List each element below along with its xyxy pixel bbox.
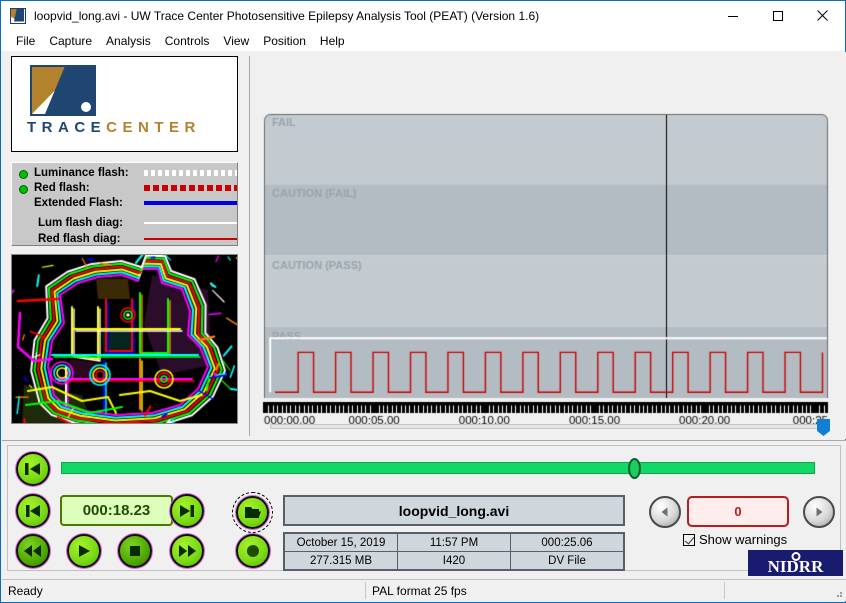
legend-row-extended-flash: Extended Flash: xyxy=(12,196,237,212)
legend-swatch-red-flash-diag xyxy=(144,238,237,240)
record-button[interactable] xyxy=(236,534,270,568)
maximize-icon[interactable] xyxy=(755,1,800,30)
status-bar: Ready PAL format 25 fps xyxy=(2,579,846,601)
legend-label: Red flash: xyxy=(34,182,90,194)
video-preview-canvas xyxy=(12,255,237,423)
transport-frame: 000:18.23 loopvid_long.avi October 15, 2… xyxy=(7,445,843,576)
status-bullet-icon xyxy=(19,185,28,194)
menu-item-file[interactable]: File xyxy=(9,32,42,50)
menu-item-controls[interactable]: Controls xyxy=(158,32,217,50)
trace-center-logo-icon xyxy=(10,7,26,24)
status-divider-1 xyxy=(365,582,366,599)
next-warning-button[interactable] xyxy=(803,496,835,528)
chart-plot-area[interactable] xyxy=(260,113,832,431)
legend-row-lum-flash-diag: Lum flash diag: xyxy=(12,216,237,232)
wordmark-center: CENTER xyxy=(106,119,201,136)
legend-label: Lum flash diag: xyxy=(38,217,123,229)
rewind-to-start-button[interactable] xyxy=(16,452,50,486)
legend-label: Luminance flash: xyxy=(34,167,129,179)
fast-forward-button[interactable] xyxy=(170,534,204,568)
trace-center-wordmark: TRACECENTER xyxy=(27,119,227,136)
next-frame-button[interactable] xyxy=(170,494,204,528)
video-preview[interactable] xyxy=(11,254,238,424)
legend-row-red-flash-diag: Red flash diag: xyxy=(12,232,237,248)
info-cell-date: October 15, 2019 xyxy=(285,534,397,551)
file-info-table: October 15, 2019 11:57 PM 000:25.06 277.… xyxy=(283,532,625,571)
checkbox-icon[interactable] xyxy=(683,533,695,546)
info-cell-time: 11:57 PM xyxy=(398,534,510,551)
menu-bar: File Capture Analysis Controls View Posi… xyxy=(1,30,845,51)
legend-swatch-luminance-flash xyxy=(144,170,237,176)
menu-item-capture[interactable]: Capture xyxy=(42,32,99,50)
trace-center-logo-panel: TRACECENTER xyxy=(11,56,238,152)
status-divider-2 xyxy=(724,582,725,599)
trace-center-mark-icon xyxy=(30,65,96,116)
legend-label: Red flash diag: xyxy=(38,233,121,245)
main-area: TRACECENTER Luminance flash: Red flash: … xyxy=(2,52,846,439)
legend-swatch-extended-flash xyxy=(144,201,237,205)
window-title: loopvid_long.avi - UW Trace Center Photo… xyxy=(34,8,540,23)
panel-divider xyxy=(249,56,250,436)
fast-rewind-button[interactable] xyxy=(16,534,50,568)
status-text: Ready xyxy=(8,583,43,598)
play-button[interactable] xyxy=(67,534,101,568)
chart-horizontal-scrollbar[interactable] xyxy=(270,419,830,436)
left-panel: TRACECENTER Luminance flash: Red flash: … xyxy=(11,56,240,424)
info-cell-size: 277.315 MB xyxy=(285,552,397,569)
menu-item-help[interactable]: Help xyxy=(313,32,352,50)
legend-row-luminance-flash: Luminance flash: xyxy=(12,166,237,182)
menu-item-position[interactable]: Position xyxy=(256,32,313,50)
info-cell-duration: 000:25.06 xyxy=(511,534,623,551)
filename-field[interactable]: loopvid_long.avi xyxy=(283,495,625,526)
show-warnings-checkbox[interactable]: Show warnings xyxy=(683,532,787,547)
menu-item-view[interactable]: View xyxy=(216,32,256,50)
legend-row-red-flash: Red flash: xyxy=(12,181,237,197)
legend-label: Extended Flash: xyxy=(34,197,123,209)
window-controls xyxy=(710,1,845,30)
info-cell-codec: I420 xyxy=(398,552,510,569)
previous-warning-button[interactable] xyxy=(649,496,681,528)
transport-panel: 000:18.23 loopvid_long.avi October 15, 2… xyxy=(2,440,846,582)
scrollbar-thumb[interactable] xyxy=(817,419,830,436)
timecode-display[interactable]: 000:18.23 xyxy=(60,495,173,526)
legend-swatch-red-flash xyxy=(144,185,237,191)
playback-progress-thumb[interactable] xyxy=(628,458,641,479)
close-icon[interactable] xyxy=(800,1,845,30)
title-bar: loopvid_long.avi - UW Trace Center Photo… xyxy=(1,1,845,30)
menu-item-analysis[interactable]: Analysis xyxy=(99,32,158,50)
analysis-chart xyxy=(260,56,838,436)
nidrr-logo: NIDRR xyxy=(748,550,843,576)
playback-progress-bar[interactable] xyxy=(61,462,815,474)
open-file-button[interactable] xyxy=(236,496,269,529)
previous-frame-button[interactable] xyxy=(16,494,50,528)
scrollbar-track[interactable] xyxy=(270,424,830,429)
wordmark-trace: TRACE xyxy=(27,119,107,136)
chart-canvas xyxy=(260,113,832,431)
legend-panel: Luminance flash: Red flash: Extended Fla… xyxy=(11,162,238,246)
legend-swatch-lum-flash-diag xyxy=(144,222,237,224)
stop-button[interactable] xyxy=(118,534,152,568)
info-cell-filetype: DV File xyxy=(511,552,623,569)
app-window: loopvid_long.avi - UW Trace Center Photo… xyxy=(0,0,846,603)
status-format: PAL format 25 fps xyxy=(372,583,467,598)
minimize-icon[interactable] xyxy=(710,1,755,30)
show-warnings-label: Show warnings xyxy=(699,532,788,547)
warning-count-field[interactable]: 0 xyxy=(687,496,789,527)
resize-grip[interactable] xyxy=(833,588,843,598)
status-bullet-icon xyxy=(19,170,28,179)
nidrr-dot-icon xyxy=(791,552,800,561)
